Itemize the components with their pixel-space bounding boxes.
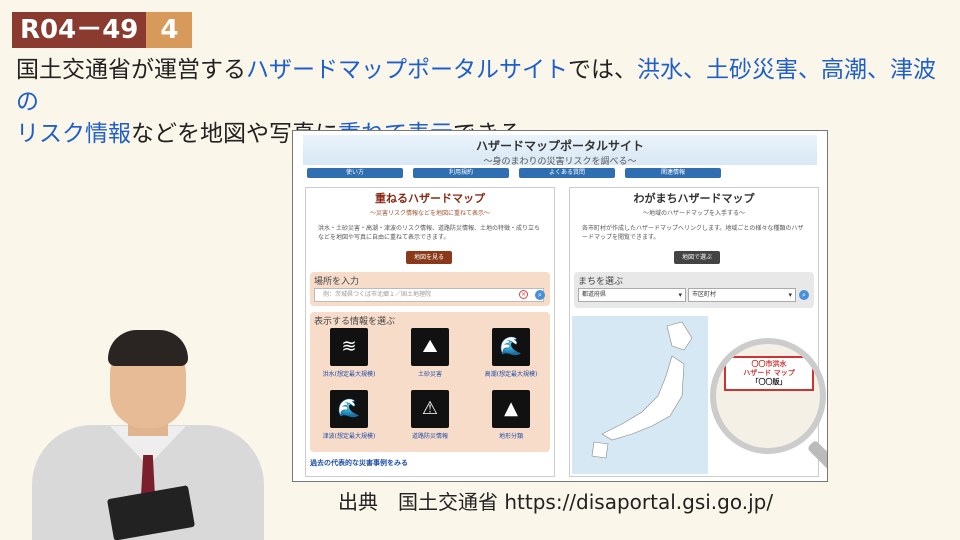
search-icon[interactable]: ⌕ [799,290,809,300]
magnifier-label: 〇〇市洪水 ハザード マップ 「〇〇版」 [724,356,814,391]
overlay-map-subtitle: ～災害リスク情報などを地図に重ねて表示～ [369,210,490,217]
view-map-button[interactable]: 地図を見る [406,251,452,264]
nav-terms-button[interactable]: 利用規約 [413,168,509,178]
place-search-input[interactable]: 例：茨城県つくば市北郷１／国土地理院 [314,288,544,302]
overlay-hazard-map-panel: 重ねるハザードマップ ～災害リスク情報などを地図に重ねて表示～ 洪水・土砂災害・… [305,187,555,477]
city-select-value: 市区町村 [692,291,717,298]
presenter-hair [108,330,188,366]
site-title: ハザードマップポータルサイト [475,139,644,153]
local-map-title: わがまちハザードマップ [633,192,755,205]
storm-surge-icon: 🌊 [492,328,530,366]
city-select[interactable]: 市区町村 ▾ [688,288,796,302]
terrain-icon: ▲ [492,390,530,428]
terrain-label: 地形分類 [498,433,523,440]
website-screenshot: ハザードマップポータルサイト ～身のまわりの災害リスクを調べる～ 使い方 利用規… [292,130,828,482]
caption-part: では、 [568,57,637,83]
local-hazard-map-panel: わがまちハザードマップ ～地域のハザードマップを入手する～ 各市町村が作成したハ… [569,187,827,477]
local-map-description: 各市町村が作成したハザードマップへリンクします。地域ごとの様々な種類のハザードマ… [582,225,804,241]
japan-map-graphic [591,321,693,459]
tsunami-option[interactable]: 🌊 津波(想定最大規模) [314,390,384,440]
nav-related-button[interactable]: 関連情報 [625,168,721,178]
terrain-option[interactable]: ▲ 地形分類 [476,390,546,440]
info-select-label: 表示する情報を選ぶ [314,317,396,327]
town-select-section: まちを選ぶ 都道府県 ▾ 市区町村 ▾ ⌕ [574,272,814,308]
prefecture-select-value: 都道府県 [582,291,607,298]
storm-surge-label: 高潮(想定最大規模) [484,371,538,378]
prefecture-select[interactable]: 都道府県 ▾ [578,288,686,302]
magnifier-illustration: 〇〇市洪水 ハザード マップ 「〇〇版」 [710,338,826,454]
presenter-illustration [32,330,264,540]
town-select-label: まちを選ぶ [578,277,624,287]
landslide-option[interactable]: ⛰ 土砂災害 [395,328,465,378]
overlay-map-title: 重ねるハザードマップ [375,192,485,205]
road-disaster-option[interactable]: ⚠ 道路防災情報 [395,390,465,440]
select-by-map-button[interactable]: 地図で選ぶ [674,251,720,264]
lesson-number: 4 [146,12,193,48]
nav-faq-button[interactable]: よくある質問 [519,168,615,178]
road-disaster-icon: ⚠ [411,390,449,428]
landslide-label: 土砂災害 [417,371,442,378]
japan-map[interactable] [572,316,708,474]
past-disasters-link[interactable]: 過去の代表的な災害事例をみる [310,458,408,468]
road-disaster-label: 道路防災情報 [411,433,448,440]
caption-highlight: ハザードマップポータルサイト [246,57,568,83]
info-select-section: 表示する情報を選ぶ ≋ 洪水(想定最大規模) ⛰ 土砂災害 🌊 高潮(想定最大規… [310,312,550,452]
magnifier-handle [806,439,827,473]
magnifier-line: 「〇〇版」 [751,378,787,386]
flood-icon: ≋ [330,328,368,366]
magnifier-line: ハザード マップ [743,369,795,377]
lesson-badge: R04－49 4 [12,12,193,48]
tsunami-label: 津波(想定最大規模) [322,433,376,440]
place-input-label: 場所を入力 [314,277,360,287]
search-icon[interactable]: ⌕ [535,290,545,300]
flood-label: 洪水(想定最大規模) [322,371,376,378]
clear-icon[interactable]: × [519,290,528,299]
source-credit: 出典 国土交通省 https://disaportal.gsi.go.jp/ [338,490,774,514]
chevron-down-icon: ▾ [678,291,682,299]
place-input-section: 場所を入力 例：茨城県つくば市北郷１／国土地理院 × ⌕ [310,272,550,306]
chevron-down-icon: ▾ [788,291,792,299]
flood-option[interactable]: ≋ 洪水(想定最大規模) [314,328,384,378]
lesson-code: R04－49 [12,12,147,48]
tsunami-icon: 🌊 [330,390,368,428]
overlay-map-description: 洪水・土砂災害・高潮・津波のリスク情報、道路防災情報、土地の特徴・成り立ちなどを… [318,225,541,241]
storm-surge-option[interactable]: 🌊 高潮(想定最大規模) [476,328,546,378]
site-header: ハザードマップポータルサイト ～身のまわりの災害リスクを調べる～ [303,135,817,167]
site-subtitle: ～身のまわりの災害リスクを調べる～ [483,157,637,167]
nav-howto-button[interactable]: 使い方 [307,168,403,178]
magnifier-line: 〇〇市洪水 [751,360,787,368]
caption-part: 国土交通省が運営する [16,57,246,83]
caption-highlight: リスク情報 [16,121,131,147]
landslide-icon: ⛰ [411,328,449,366]
local-map-subtitle: ～地域のハザードマップを入手する～ [642,210,745,217]
